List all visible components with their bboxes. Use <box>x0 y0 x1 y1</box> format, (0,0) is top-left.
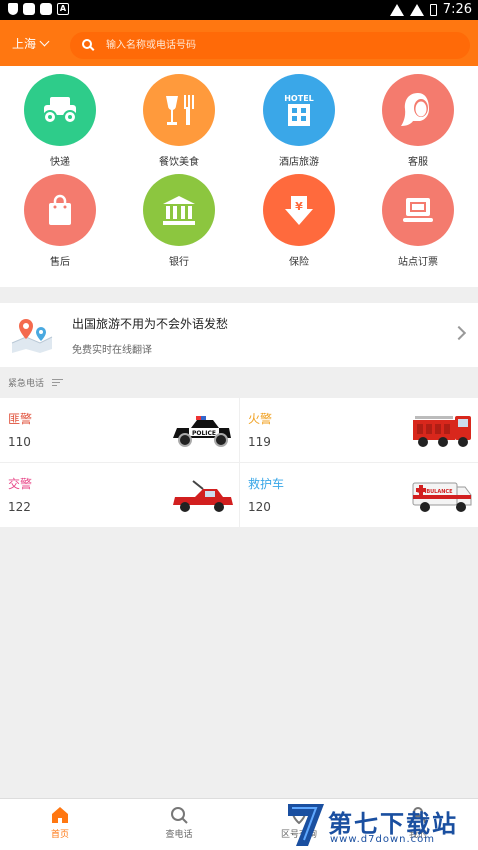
emergency-number: 119 <box>248 435 271 449</box>
hotel-icon: HOTEL <box>263 74 335 146</box>
status-time: 7:26 <box>442 2 472 17</box>
emergency-title: 交警 <box>8 477 33 491</box>
customer-service-icon <box>382 74 454 146</box>
emergency-title: 匪警 <box>8 412 33 426</box>
watermark-url: www.d7down.com <box>330 834 436 845</box>
chevron-down-icon <box>39 36 50 47</box>
svg-text:HOTEL: HOTEL <box>284 94 314 103</box>
status-bar: A 7:26 <box>0 0 478 20</box>
wifi-icon <box>389 3 404 16</box>
category-label: 保险 <box>289 257 309 268</box>
bank-icon <box>143 174 215 246</box>
translate-promo-banner[interactable]: 出国旅游不用为不会外语发愁 免费实时在线翻译 <box>0 303 478 367</box>
home-icon <box>52 807 68 823</box>
category-ticket[interactable]: 站点订票 <box>358 166 478 268</box>
category-food[interactable]: 餐饮美食 <box>119 66 239 168</box>
watermark-logo-icon <box>288 804 324 846</box>
search-icon <box>171 807 188 824</box>
promo-title: 出国旅游不用为不会外语发愁 <box>72 317 229 331</box>
food-icon <box>143 74 215 146</box>
search-icon <box>82 39 92 49</box>
tab-home[interactable]: 首页 <box>0 799 120 850</box>
section-title: 紧急电话 <box>8 379 45 389</box>
category-customer-service[interactable]: 客服 <box>358 66 478 168</box>
svg-text:¥: ¥ <box>295 200 303 213</box>
tab-label: 首页 <box>50 830 69 840</box>
emergency-card-police[interactable]: 匪警 110 POLICE <box>0 398 239 462</box>
ambulance-icon: AMBULANCE <box>412 482 472 512</box>
battery-icon <box>429 3 437 16</box>
emergency-card-ambulance[interactable]: 救护车 120 AMBULANCE <box>240 463 478 527</box>
emergency-card-traffic-police[interactable]: 交警 122 <box>0 463 239 527</box>
search-input[interactable] <box>106 32 456 59</box>
emergency-number: 122 <box>8 500 31 514</box>
chevron-right-icon <box>451 325 467 341</box>
svg-text:POLICE: POLICE <box>192 430 216 437</box>
signal-icon <box>409 3 424 16</box>
category-insurance[interactable]: ¥ 保险 <box>239 166 359 268</box>
tab-label: 查电话 <box>165 830 193 840</box>
shopping-bag-icon <box>24 174 96 246</box>
promo-subtitle: 免费实时在线翻译 <box>72 345 152 356</box>
category-grid: 快递 餐饮美食 HOTEL 酒店旅游 客服 售后 银行 ¥ 保险 站点订票 <box>0 66 478 287</box>
list-icon <box>52 379 64 386</box>
emergency-title: 救护车 <box>248 477 285 491</box>
map-pin-icon <box>11 319 53 353</box>
city-label: 上海 <box>12 37 37 51</box>
header: 上海 <box>0 20 478 66</box>
emergency-number: 120 <box>248 500 271 514</box>
emergency-title: 火警 <box>248 412 273 426</box>
category-after-sales[interactable]: 售后 <box>0 166 120 268</box>
notification-icon <box>40 3 52 15</box>
ticket-icon <box>382 174 454 246</box>
shield-icon <box>8 3 18 15</box>
search-bar[interactable] <box>70 32 470 59</box>
category-express[interactable]: 快递 <box>0 66 120 168</box>
emergency-card-fire[interactable]: 火警 119 <box>240 398 478 462</box>
fire-truck-icon <box>413 416 471 447</box>
traffic-police-car-icon <box>173 480 233 512</box>
insurance-icon: ¥ <box>263 174 335 246</box>
emergency-number: 110 <box>8 435 31 449</box>
city-selector[interactable]: 上海 <box>12 35 50 52</box>
category-label: 售后 <box>50 257 70 268</box>
category-hotel[interactable]: HOTEL 酒店旅游 <box>239 66 359 168</box>
category-bank[interactable]: 银行 <box>119 166 239 268</box>
a-icon: A <box>57 3 69 15</box>
category-label: 银行 <box>169 257 189 268</box>
notification-icon <box>23 3 35 15</box>
truck-icon <box>24 74 96 146</box>
police-car-icon: POLICE <box>173 416 231 447</box>
category-label: 站点订票 <box>398 257 438 268</box>
watermark: 第七下载站 www.d7down.com <box>286 800 476 850</box>
section-header-emergency: 紧急电话 <box>8 376 64 389</box>
tab-search-phone[interactable]: 查电话 <box>119 799 239 850</box>
